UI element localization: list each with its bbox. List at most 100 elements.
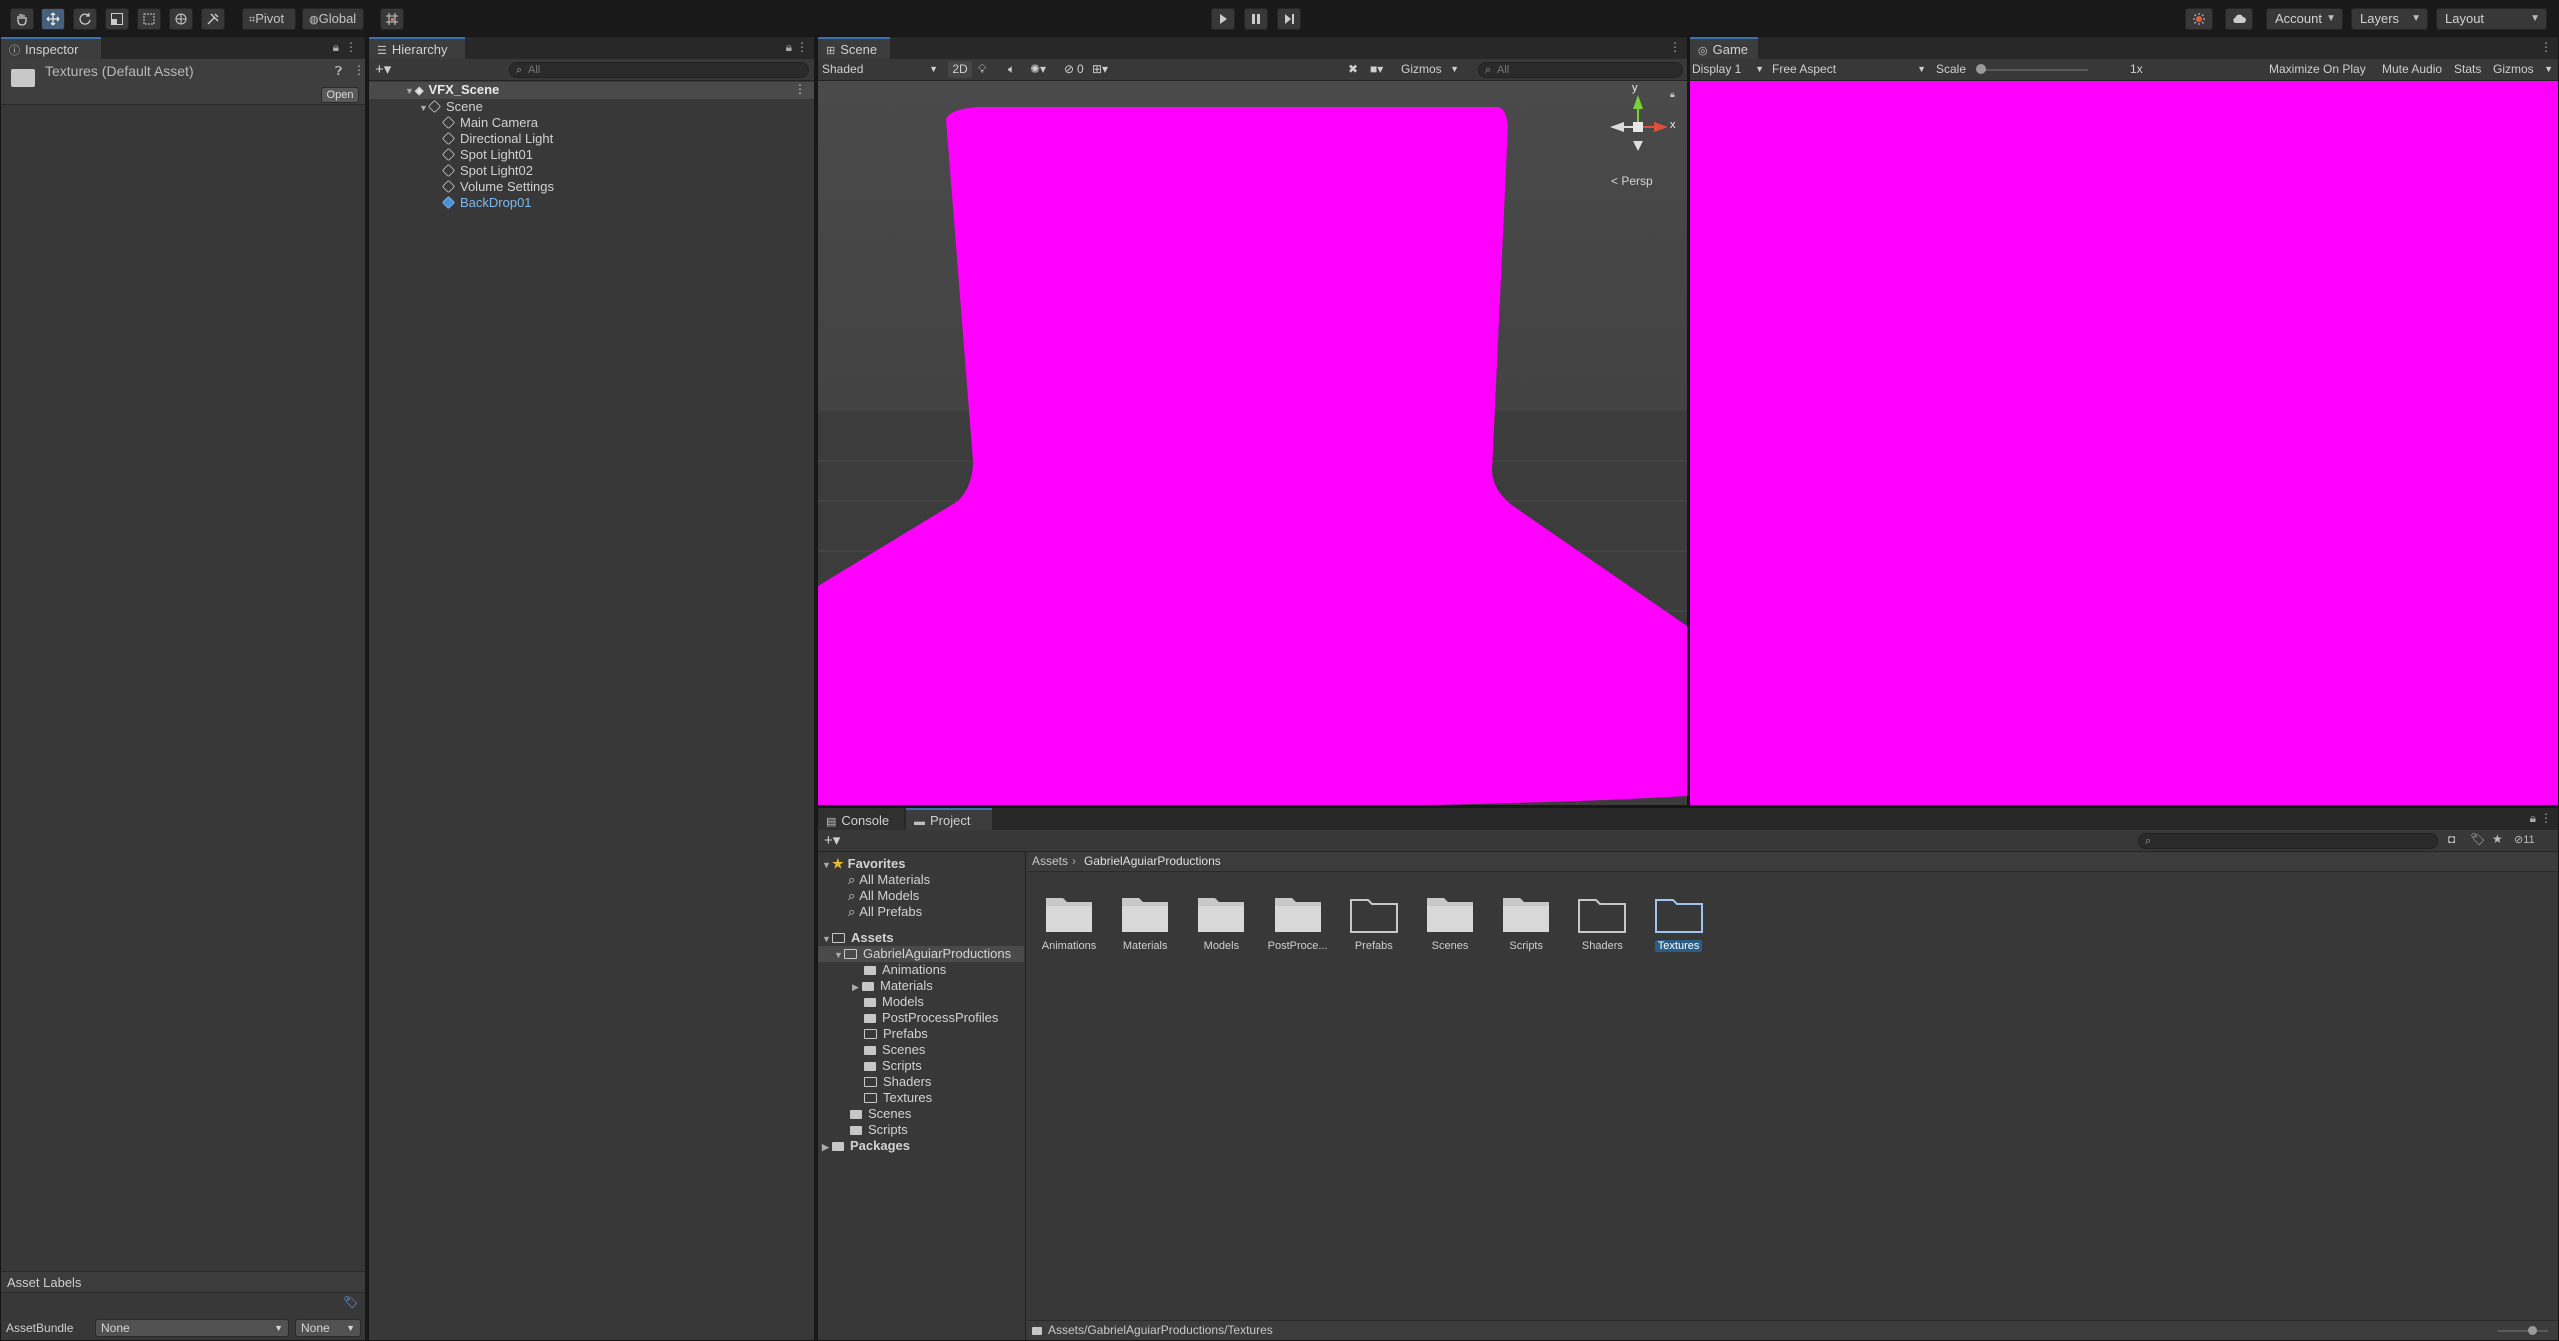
tools-icon[interactable]: ✖ (1348, 61, 1358, 78)
label-tag-icon[interactable]: 🏷︎ (343, 1295, 358, 1309)
search-by-type-icon[interactable]: ◘ (2448, 832, 2455, 846)
tab-scene[interactable]: ⊞ Scene (818, 37, 890, 59)
create-add-icon[interactable]: +▾ (375, 60, 391, 78)
project-folder-item[interactable]: Prefabs (1339, 892, 1409, 952)
aspect-dropdown[interactable]: Free Aspect ▼ (1772, 61, 1928, 78)
favorite-item[interactable]: ⌕ All Materials (848, 872, 930, 888)
tab-console[interactable]: ▤ Console (818, 808, 904, 830)
lock-icon[interactable]: 🔒︎ (786, 40, 792, 55)
tree-item-shaders[interactable]: Shaders (864, 1074, 931, 1090)
orientation-gizmo[interactable] (1598, 87, 1678, 167)
tab-hierarchy[interactable]: ☰ Hierarchy (369, 37, 465, 59)
breadcrumb-root[interactable]: Assets (1032, 854, 1068, 868)
mute-audio-toggle[interactable]: Mute Audio (2382, 61, 2442, 78)
cloud-button[interactable] (2225, 8, 2253, 30)
expand-arrow-icon[interactable]: ▼ (834, 947, 844, 963)
tree-item-textures[interactable]: Textures (864, 1090, 932, 1106)
search-by-label-icon[interactable]: 🏷︎ (2470, 832, 2485, 846)
favorite-item[interactable]: ⌕ All Models (848, 888, 919, 904)
breadcrumb-current[interactable]: GabrielAguiarProductions (1084, 854, 1221, 868)
tree-item-scenes[interactable]: Scenes (864, 1042, 925, 1058)
2d-toggle[interactable]: 2D (948, 61, 972, 78)
grid-toggle-icon[interactable]: ⊞▾ (1092, 61, 1108, 78)
favorite-item[interactable]: ⌕ All Prefabs (848, 904, 922, 920)
hierarchy-item-scene[interactable]: ▼ Scene (419, 99, 483, 115)
scene-viewport[interactable]: y x 🔒︎ < Persp (818, 81, 1687, 805)
layout-dropdown[interactable]: Layout ▼ (2436, 8, 2547, 30)
more-menu-icon[interactable]: ⋮ (796, 40, 808, 54)
favorite-star-icon[interactable]: ★ (2492, 832, 2503, 846)
step-button[interactable] (1277, 8, 1301, 30)
lighting-toggle-icon[interactable]: 💡︎ (978, 61, 986, 78)
pause-button[interactable] (1244, 8, 1268, 30)
expand-arrow-icon[interactable]: ▼ (822, 931, 832, 947)
assets-header[interactable]: ▼ Assets (822, 930, 894, 946)
settings-menu-icon[interactable]: ⋮ (353, 63, 365, 77)
expand-arrow-icon[interactable]: ▼ (822, 857, 832, 873)
asset-variant-select[interactable]: None ▼ (295, 1319, 361, 1337)
pivot-toggle[interactable]: ⌗Pivot (242, 8, 296, 30)
more-menu-icon[interactable]: ⋮ (2540, 40, 2552, 54)
project-folder-item[interactable]: PostProce... (1263, 892, 1333, 952)
lock-icon[interactable]: 🔒︎ (2530, 811, 2536, 826)
tree-item-materials[interactable]: ▶ Materials (852, 978, 933, 994)
project-folder-item[interactable]: Scripts (1491, 892, 1561, 952)
stats-toggle[interactable]: Stats (2454, 61, 2481, 78)
collapse-arrow-icon[interactable]: ▶ (852, 979, 862, 995)
scale-slider-thumb[interactable] (1976, 64, 1986, 74)
visibility-icon[interactable]: ⊘ (1064, 61, 1074, 78)
tree-item-postprocessprofiles[interactable]: PostProcessProfiles (864, 1010, 998, 1026)
move-tool-button[interactable] (41, 8, 65, 30)
global-toggle[interactable]: ◍Global (302, 8, 364, 30)
tree-item-models[interactable]: Models (864, 994, 924, 1010)
transform-tool-button[interactable] (169, 8, 193, 30)
tab-game[interactable]: ◎ Game (1690, 37, 1758, 59)
scale-tool-button[interactable] (105, 8, 129, 30)
hierarchy-item-directional-light[interactable]: Directional Light (441, 131, 553, 147)
project-folder-item[interactable]: Scenes (1415, 892, 1485, 952)
expand-arrow-icon[interactable]: ▼ (419, 100, 429, 116)
tree-item-gabrielaguiarproductions[interactable]: ▼ GabrielAguiarProductions (834, 946, 1011, 962)
game-gizmos-dropdown[interactable]: Gizmos ▼ (2493, 61, 2553, 78)
more-menu-icon[interactable]: ⋮ (2540, 811, 2552, 825)
hierarchy-item-volume-settings[interactable]: Volume Settings (441, 179, 554, 195)
help-icon[interactable]: ❓︎ (335, 64, 342, 79)
scale-slider[interactable] (1978, 69, 2088, 71)
tree-item-prefabs[interactable]: Prefabs (864, 1026, 928, 1042)
favorites-header[interactable]: ▼★ Favorites (822, 856, 905, 872)
hierarchy-item-spot-light02[interactable]: Spot Light02 (441, 163, 533, 179)
grid-snap-button[interactable] (380, 8, 404, 30)
persp-toggle[interactable]: < Persp (1611, 174, 1653, 188)
effects-toggle-icon[interactable]: ✺▾ (1030, 61, 1046, 78)
packages-header[interactable]: ▶ Packages (822, 1138, 910, 1154)
gizmos-dropdown[interactable]: Gizmos ▼ (1401, 61, 1461, 78)
hierarchy-item-main-camera[interactable]: Main Camera (441, 115, 538, 131)
display-dropdown[interactable]: Display 1 ▼ (1692, 61, 1766, 78)
project-folder-item[interactable]: Textures (1644, 892, 1714, 952)
tab-project[interactable]: ▬ Project (906, 808, 992, 830)
maximize-on-play-toggle[interactable]: Maximize On Play (2269, 61, 2366, 78)
more-menu-icon[interactable]: ⋮ (1669, 40, 1681, 54)
project-folder-item[interactable]: Animations (1034, 892, 1104, 952)
audio-toggle-icon[interactable]: 🔈︎ (1008, 61, 1015, 78)
scene-search-input[interactable]: All (1478, 62, 1683, 78)
hierarchy-item-spot-light01[interactable]: Spot Light01 (441, 147, 533, 163)
game-viewport[interactable] (1690, 81, 2558, 805)
collab-button[interactable] (2185, 8, 2213, 30)
hierarchy-item-backdrop01[interactable]: BackDrop01 (441, 195, 532, 211)
shading-mode-dropdown[interactable]: Shaded ▼ (822, 61, 942, 78)
create-add-icon[interactable]: +▾ (824, 831, 840, 849)
project-folder-item[interactable]: Models (1186, 892, 1256, 952)
project-folder-item[interactable]: Shaders (1567, 892, 1637, 952)
icon-size-slider[interactable] (2498, 1330, 2548, 1332)
expand-arrow-icon[interactable]: ▼ (405, 83, 415, 99)
hierarchy-search-input[interactable]: All (509, 62, 809, 78)
icon-size-slider-thumb[interactable] (2528, 1326, 2537, 1335)
custom-tool-button[interactable] (201, 8, 225, 30)
hidden-packages-toggle[interactable]: ⊘11 (2514, 833, 2535, 846)
rotate-tool-button[interactable] (73, 8, 97, 30)
tree-item-root-scenes[interactable]: Scenes (850, 1106, 911, 1122)
camera-icon[interactable]: ■▾ (1370, 61, 1383, 78)
asset-bundle-select[interactable]: None ▼ (95, 1319, 289, 1337)
project-folder-item[interactable]: Materials (1110, 892, 1180, 952)
